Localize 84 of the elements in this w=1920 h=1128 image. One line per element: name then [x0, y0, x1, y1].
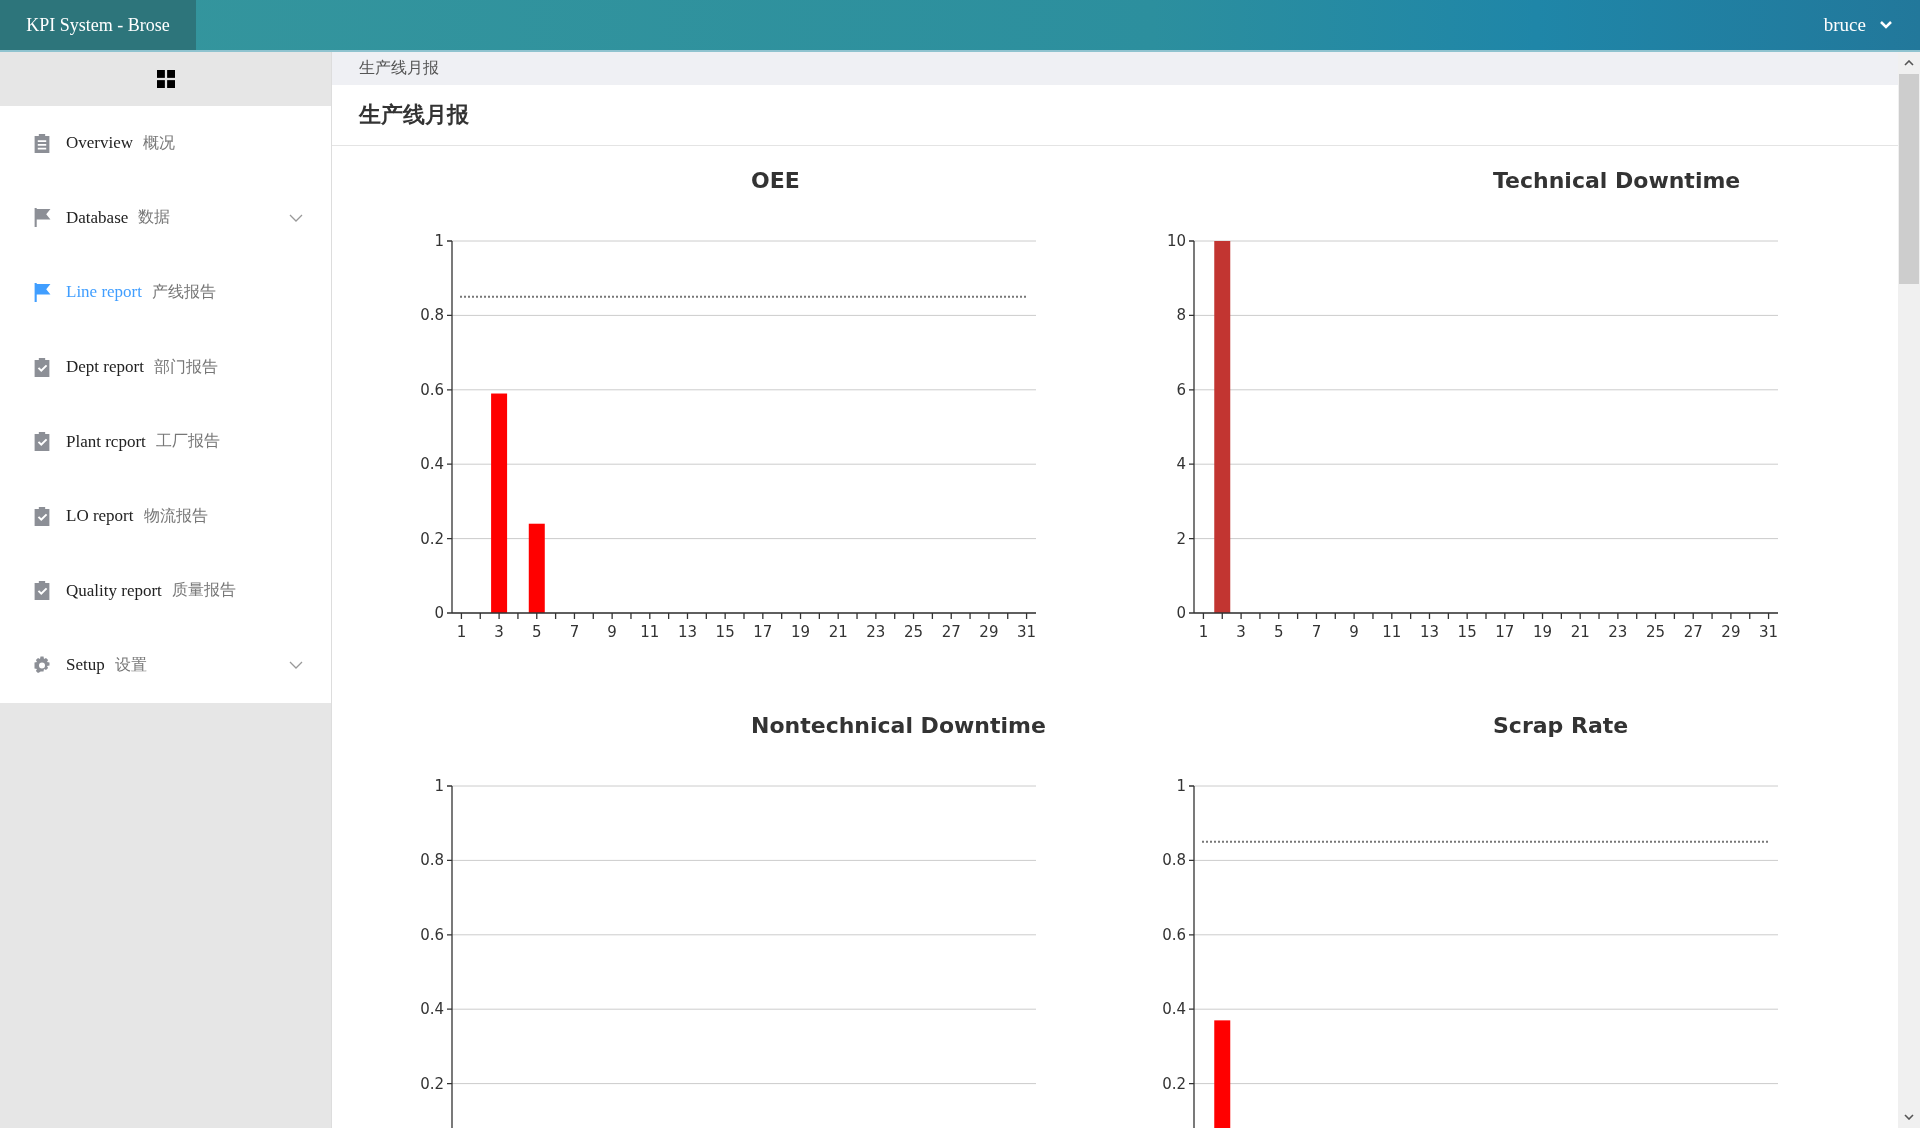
y-axis-label: 0.4	[420, 455, 444, 474]
x-axis-label: 19	[790, 623, 811, 641]
x-axis-label: 27	[1683, 623, 1703, 641]
x-axis-label: 1	[456, 623, 467, 641]
y-axis-label: 6	[1176, 380, 1186, 399]
flag-icon	[33, 208, 51, 228]
x-axis-label: 3	[1236, 623, 1246, 641]
x-axis-label: 17	[753, 623, 773, 641]
user-menu[interactable]: bruce	[1823, 14, 1892, 36]
y-axis-label: 0.4	[1162, 1000, 1186, 1019]
x-axis-label: 13	[1419, 623, 1440, 641]
chart-title: Scrap Rate	[1492, 712, 1630, 740]
x-axis-label: 15	[1457, 623, 1477, 641]
chart-title: Technical Downtime	[1492, 167, 1742, 195]
y-axis-label: 0.8	[420, 306, 444, 325]
y-axis-label: 0.6	[420, 380, 444, 399]
y-axis-label: 0	[1176, 604, 1186, 622]
sidebar-item[interactable]: Plant rcport 工厂报告	[0, 404, 331, 479]
page-title: 生产线月报	[359, 101, 469, 129]
x-axis-label: 19	[1532, 623, 1553, 641]
chart-title: Nontechnical Downtime	[750, 712, 1047, 740]
x-axis-label: 29	[979, 623, 999, 641]
x-axis-label: 1	[1198, 623, 1209, 641]
sidebar-item[interactable]: Database 数据	[0, 180, 331, 256]
y-axis-label: 0.2	[420, 529, 444, 548]
x-axis-label: 27	[941, 623, 961, 641]
x-axis-label: 7	[569, 623, 580, 641]
clipboard-check-icon	[33, 357, 51, 377]
y-axis-label: 0.8	[420, 851, 444, 870]
y-axis-label: 8	[1176, 306, 1186, 325]
app-title: KPI System - Brose	[0, 0, 196, 50]
x-axis-label: 25	[904, 623, 924, 641]
scrollbar-thumb[interactable]	[1899, 74, 1919, 284]
scrollbar[interactable]	[1898, 52, 1920, 1128]
clipboard-check-icon	[33, 581, 51, 601]
y-axis-label: 4	[1176, 455, 1186, 474]
settings-icon	[33, 655, 51, 675]
x-axis-label: 31	[1759, 623, 1779, 641]
y-axis-label: 0.6	[1162, 925, 1186, 944]
sidebar-item[interactable]: Dept report 部门报告	[0, 329, 331, 405]
x-axis-label: 11	[1382, 623, 1402, 641]
x-axis-label: 7	[1311, 623, 1322, 641]
scroll-down-icon[interactable]	[1904, 1114, 1914, 1120]
sidebar-item[interactable]: Quality report 质量报告	[0, 553, 331, 629]
scroll-up-icon[interactable]	[1904, 60, 1914, 66]
y-axis-label: 1	[434, 777, 444, 795]
x-axis-label: 23	[866, 623, 886, 641]
grid-icon	[156, 70, 175, 88]
y-axis-label: 2	[1176, 529, 1186, 548]
x-axis-label: 29	[1721, 623, 1741, 641]
y-axis-label: 1	[434, 232, 444, 250]
y-axis-label: 1	[1176, 777, 1186, 795]
y-axis-label: 0.2	[1162, 1074, 1186, 1093]
clipboard-check-icon	[33, 432, 51, 452]
y-axis-label: 0.4	[420, 1000, 444, 1019]
x-axis-label: 21	[1570, 623, 1590, 641]
chart-title: OEE	[750, 167, 801, 195]
x-axis-label: 9	[1349, 623, 1359, 641]
chevron-down-icon	[1880, 21, 1892, 29]
y-axis-label: 0	[434, 604, 444, 622]
clipboard-icon	[33, 133, 51, 153]
y-axis-label: 0.6	[420, 925, 444, 944]
x-axis-label: 11	[640, 623, 660, 641]
x-axis-label: 3	[494, 623, 504, 641]
sidebar-item[interactable]: Setup 设置	[0, 628, 331, 703]
sidebar-item[interactable]: LO report 物流报告	[0, 478, 331, 554]
x-axis-label: 5	[532, 623, 542, 641]
y-axis-label: 0.8	[1162, 851, 1186, 870]
y-axis-label: 0.2	[420, 1074, 444, 1093]
sidebar-item[interactable]: Line report 产线报告	[0, 255, 331, 330]
x-axis-label: 9	[607, 623, 617, 641]
x-axis-label: 23	[1608, 623, 1628, 641]
x-axis-label: 17	[1495, 623, 1515, 641]
breadcrumb[interactable]: 生产线月报	[359, 58, 439, 79]
x-axis-label: 25	[1646, 623, 1666, 641]
x-axis-label: 21	[828, 623, 848, 641]
y-axis-label: 10	[1166, 232, 1186, 250]
flag-icon	[33, 283, 51, 302]
x-axis-label: 13	[677, 623, 698, 641]
x-axis-label: 15	[715, 623, 735, 641]
clipboard-check-icon	[33, 506, 51, 526]
sidebar-item[interactable]: Overview 概况	[0, 106, 331, 181]
x-axis-label: 5	[1274, 623, 1284, 641]
x-axis-label: 31	[1017, 623, 1037, 641]
